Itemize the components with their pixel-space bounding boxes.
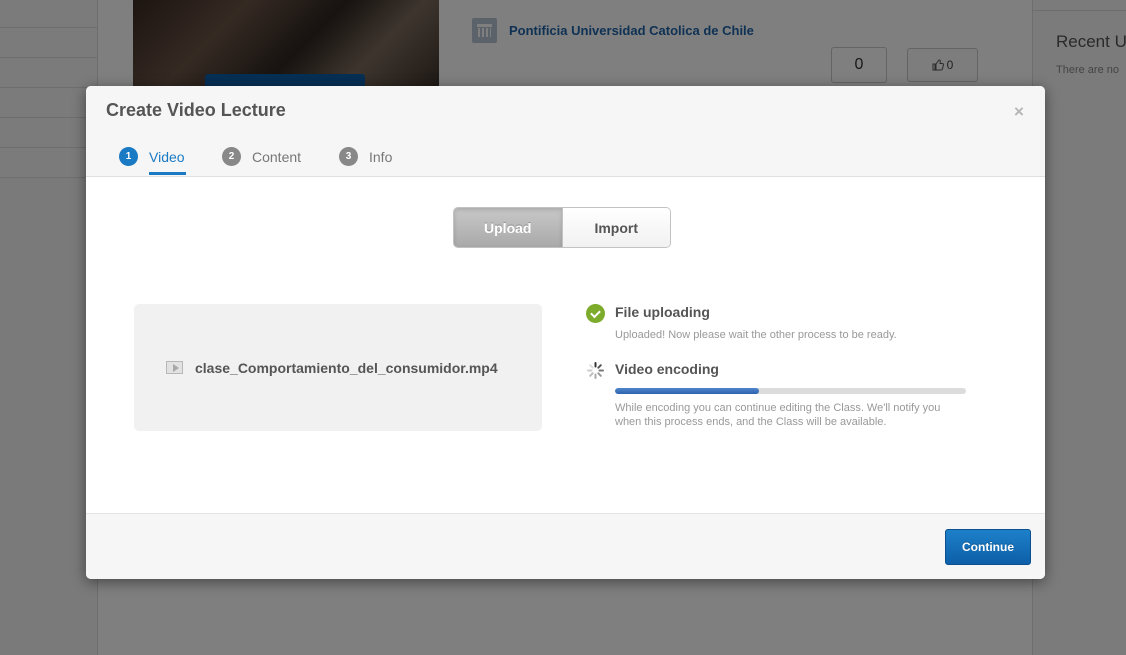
step-number: 3 — [339, 147, 358, 166]
encoding-description-line: when this process ends, and the Class wi… — [615, 416, 887, 428]
continue-button[interactable]: Continue — [945, 529, 1031, 565]
spinner-icon — [587, 362, 604, 379]
step-number: 1 — [119, 147, 138, 166]
upload-status-title: File uploading — [615, 304, 710, 320]
import-tab[interactable]: Import — [561, 208, 670, 247]
modal-header: Create Video Lecture × 1 Video 2 Content… — [86, 86, 1045, 177]
step-label: Content — [252, 148, 302, 165]
encoding-status-title: Video encoding — [615, 361, 719, 377]
step-content[interactable]: 2 Content — [222, 147, 301, 166]
encoding-description-line: While encoding you can continue editing … — [615, 402, 941, 414]
video-file-icon — [166, 361, 183, 374]
modal-footer: Continue — [86, 513, 1045, 579]
close-icon[interactable]: × — [1014, 102, 1024, 122]
check-circle-icon — [586, 304, 605, 323]
upload-tab[interactable]: Upload — [454, 208, 562, 247]
source-toggle: Upload Import — [453, 207, 671, 248]
active-step-indicator — [149, 172, 186, 175]
create-video-lecture-modal: Create Video Lecture × 1 Video 2 Content… — [86, 86, 1045, 579]
step-label: Info — [369, 148, 393, 165]
uploaded-file-box: clase_Comportamiento_del_consumidor.mp4 — [134, 304, 542, 431]
encoding-status-description: While encoding you can continue editing … — [615, 401, 940, 429]
step-info[interactable]: 3 Info — [339, 147, 392, 166]
encoding-progress-fill — [615, 388, 759, 394]
step-label: Video — [149, 148, 185, 165]
upload-status-description: Uploaded! Now please wait the other proc… — [615, 329, 897, 341]
modal-title: Create Video Lecture — [106, 100, 286, 120]
file-name: clase_Comportamiento_del_consumidor.mp4 — [195, 359, 498, 376]
step-number: 2 — [222, 147, 241, 166]
step-video[interactable]: 1 Video — [119, 147, 185, 166]
encoding-progress-bar — [615, 388, 966, 394]
